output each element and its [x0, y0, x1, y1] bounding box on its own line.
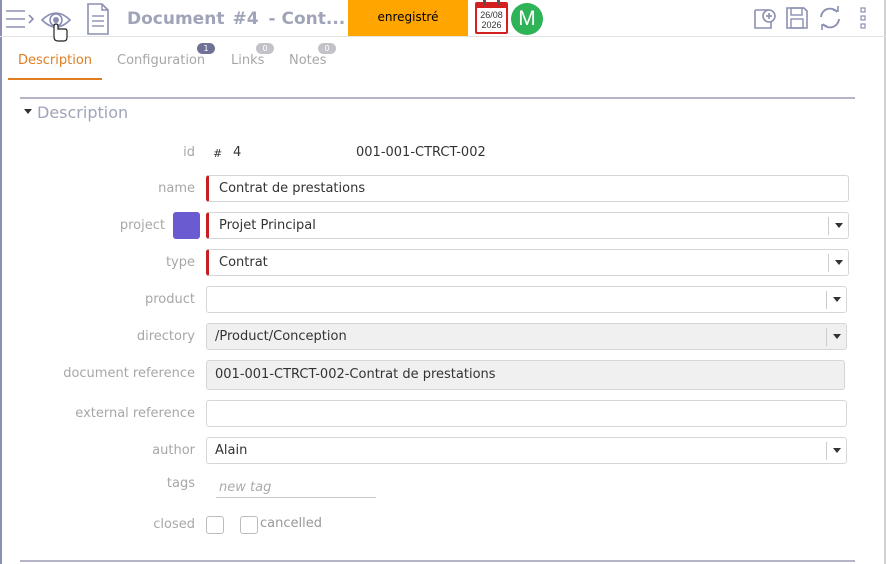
document-reference-field: 001-001-CTRCT-002-Contrat de prestations: [206, 360, 845, 390]
calendar-icon[interactable]: 26/08 2026: [475, 0, 508, 34]
tab-configuration[interactable]: Configuration: [117, 40, 205, 80]
document-icon: [87, 3, 109, 35]
type-select[interactable]: Contrat: [206, 249, 849, 276]
tab-notes-label: Notes: [289, 53, 327, 68]
tab-configuration-badge: 1: [197, 43, 215, 54]
type-label: type: [165, 255, 195, 270]
chevron-down-icon[interactable]: [826, 442, 846, 460]
document-reference-label: document reference: [63, 366, 195, 381]
cancelled-label: cancelled: [260, 516, 322, 531]
external-reference-label: external reference: [75, 406, 195, 421]
page-title-subtitle: - Cont...: [268, 9, 346, 29]
tab-description-label: Description: [18, 53, 93, 68]
id-value: 4: [233, 145, 242, 160]
section-divider-bottom: [20, 560, 855, 562]
section-divider-top: [20, 97, 855, 99]
header-bar: Document #4 - Cont... enregistré 26/08 202…: [0, 0, 886, 42]
calendar-year: 2026: [481, 20, 502, 30]
project-label: project: [119, 218, 165, 233]
tab-links-badge: 0: [256, 43, 274, 54]
section-header-description[interactable]: Description: [24, 103, 128, 122]
author-label: author: [152, 443, 195, 458]
more-vertical-icon[interactable]: [857, 5, 869, 31]
calendar-date: 26/08: [480, 10, 503, 20]
page-title-number: #4: [232, 9, 259, 29]
tab-links-label: Links: [231, 53, 265, 68]
directory-select-value: /Product/Conception: [215, 329, 347, 344]
menu-arrow-icon[interactable]: [5, 8, 37, 30]
section-title: Description: [37, 103, 129, 122]
project-color-swatch: [173, 212, 200, 239]
name-field-value: Contrat de prestations: [219, 181, 366, 196]
chevron-down-icon[interactable]: [826, 328, 846, 346]
project-select[interactable]: Projet Principal: [206, 212, 849, 239]
tab-notes-badge: 0: [318, 43, 336, 54]
avatar[interactable]: M: [511, 3, 543, 35]
id-label: id: [183, 145, 195, 160]
save-icon[interactable]: [784, 5, 810, 31]
page-title: Document #4 - Cont...: [127, 9, 345, 29]
tags-label: tags: [166, 476, 195, 491]
status-badge[interactable]: enregistré: [348, 0, 468, 36]
refresh-icon[interactable]: [817, 5, 843, 31]
tags-input[interactable]: [216, 478, 376, 498]
chevron-down-icon[interactable]: [828, 254, 848, 272]
closed-label: closed: [153, 517, 195, 532]
tab-configuration-label: Configuration: [117, 53, 206, 68]
type-select-value: Contrat: [219, 255, 268, 270]
document-reference-value: 001-001-CTRCT-002-Contrat de prestations: [215, 367, 496, 382]
directory-select[interactable]: /Product/Conception: [206, 323, 847, 350]
chevron-down-icon[interactable]: [826, 291, 846, 309]
product-select[interactable]: [206, 286, 847, 313]
id-hash: #: [213, 147, 223, 160]
tab-description[interactable]: Description: [8, 40, 102, 80]
author-select-value: Alain: [215, 443, 248, 458]
name-label: name: [158, 181, 195, 196]
cancelled-checkbox[interactable]: [240, 516, 258, 534]
name-field[interactable]: Contrat de prestations: [206, 175, 849, 202]
author-select[interactable]: Alain: [206, 437, 847, 464]
id-reference: 001-001-CTRCT-002: [356, 145, 486, 160]
eye-icon[interactable]: [40, 4, 72, 44]
page-title-label: Document: [127, 9, 225, 29]
closed-checkbox[interactable]: [206, 516, 224, 534]
product-label: product: [144, 292, 195, 307]
directory-label: directory: [136, 329, 195, 344]
collapse-triangle-icon: [24, 109, 32, 114]
new-item-icon[interactable]: [752, 5, 778, 31]
project-select-value: Projet Principal: [219, 218, 316, 233]
left-edge-bar: [0, 0, 2, 564]
external-reference-field[interactable]: [206, 400, 847, 427]
chevron-down-icon[interactable]: [828, 217, 848, 235]
